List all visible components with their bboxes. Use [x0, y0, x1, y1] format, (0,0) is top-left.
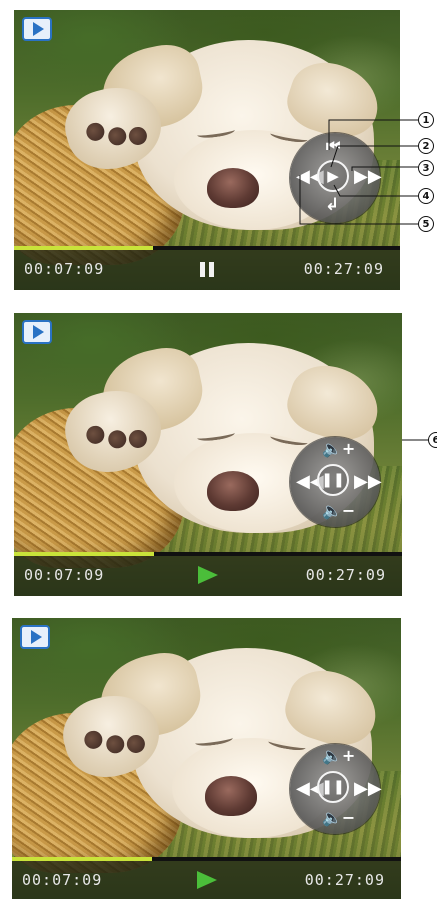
video-screen-panel-3: 🔈+ ◀◀ ▶▶ ❚❚ 🔈− 00:07:09 00:27:09: [12, 618, 401, 899]
elapsed-time: 00:07:09: [24, 260, 105, 278]
play-icon: [198, 566, 218, 584]
playback-status-bar: 00:07:09 00:27:09: [14, 552, 402, 596]
elapsed-time: 00:07:09: [22, 871, 103, 889]
callout-4: 4: [418, 188, 434, 204]
volume-up-icon[interactable]: 🔈+: [322, 748, 355, 764]
fast-forward-icon[interactable]: ▶▶: [354, 473, 382, 491]
skip-start-icon[interactable]: ⏮: [326, 138, 340, 154]
playback-status-bar: 00:07:09 00:27:09: [12, 857, 401, 899]
callout-2: 2: [418, 138, 434, 154]
playback-status-bar: 00:07:09 00:27:09: [14, 246, 400, 290]
callout-5: 5: [418, 216, 434, 232]
video-screen-panel-1: ⏮ ◀◀ ▶▶ ▶ ↲ 00:07:09 00:27:09: [14, 10, 400, 290]
volume-down-icon[interactable]: 🔈−: [322, 503, 355, 519]
playback-control-dial[interactable]: ⏮ ◀◀ ▶▶ ▶ ↲: [290, 133, 382, 223]
pause-button[interactable]: ❚❚: [317, 464, 349, 496]
pause-icon: ❚❚: [321, 779, 345, 795]
play-icon: ▶: [327, 166, 339, 185]
manual-illustration: ⏮ ◀◀ ▶▶ ▶ ↲ 00:07:09 00:27:09 1 2 3 4 5 …: [0, 0, 437, 899]
progress-fill: [14, 246, 153, 250]
callout-6: 6: [428, 432, 437, 448]
pause-icon: ❚❚: [321, 472, 345, 488]
back-icon[interactable]: ↲: [325, 197, 339, 214]
volume-up-icon[interactable]: 🔈+: [322, 441, 355, 457]
play-button[interactable]: ▶: [317, 160, 349, 192]
video-screen-panel-2: 🔈+ ◀◀ ▶▶ ❚❚ 🔈− 00:07:09 00:27:09: [14, 313, 402, 596]
video-mode-icon: [20, 625, 50, 649]
progress-fill: [12, 857, 153, 861]
playback-control-dial[interactable]: 🔈+ ◀◀ ▶▶ ❚❚ 🔈−: [290, 744, 382, 834]
progress-fill: [14, 552, 154, 556]
fast-forward-icon[interactable]: ▶▶: [354, 168, 382, 186]
volume-down-icon[interactable]: 🔈−: [322, 810, 355, 826]
fast-forward-icon[interactable]: ▶▶: [354, 780, 382, 798]
pause-icon: [200, 260, 214, 278]
total-time: 00:27:09: [303, 260, 384, 278]
progress-bar[interactable]: [14, 246, 400, 250]
elapsed-time: 00:07:09: [24, 566, 105, 584]
total-time: 00:27:09: [304, 871, 385, 889]
video-mode-icon: [22, 17, 52, 41]
total-time: 00:27:09: [305, 566, 386, 584]
pause-button[interactable]: ❚❚: [317, 771, 349, 803]
callout-3: 3: [418, 160, 434, 176]
progress-bar[interactable]: [14, 552, 402, 556]
progress-bar[interactable]: [12, 857, 401, 861]
play-icon: [196, 871, 217, 889]
playback-control-dial[interactable]: 🔈+ ◀◀ ▶▶ ❚❚ 🔈−: [290, 437, 382, 527]
video-mode-icon: [22, 320, 52, 344]
callout-1: 1: [418, 112, 434, 128]
